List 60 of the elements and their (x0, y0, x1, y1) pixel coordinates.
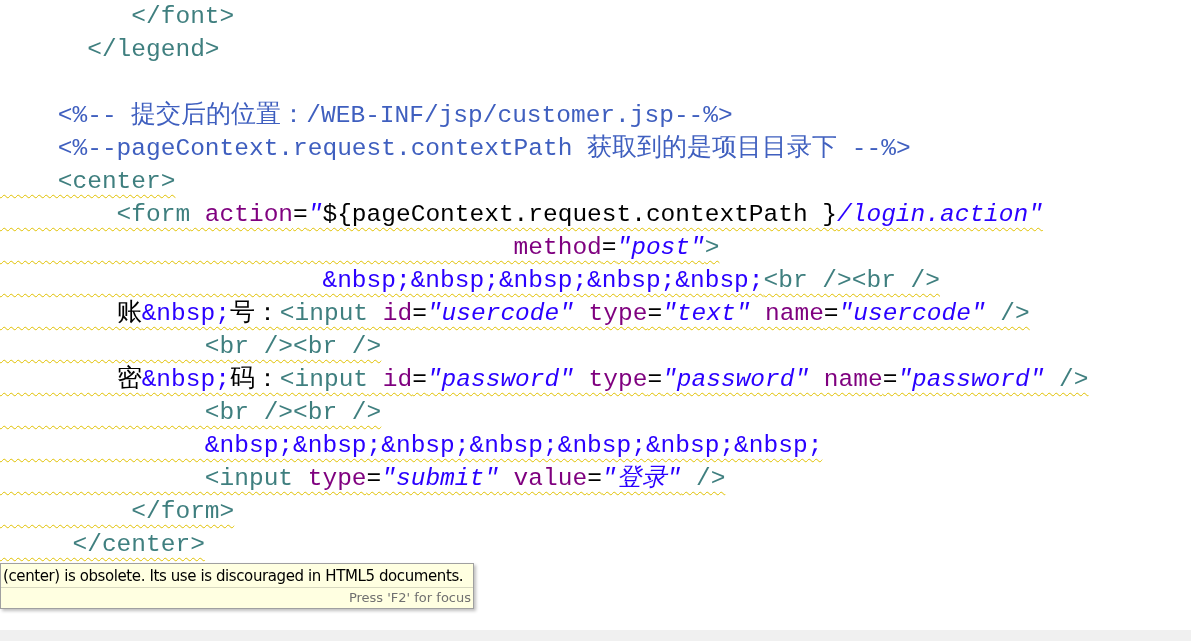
attribute-name: type (306, 465, 367, 492)
attribute-value: "登录" (601, 465, 682, 492)
comment-text: <%--pageContext.request.contextPath 获取到的是项目目录下 --%> (56, 135, 911, 162)
code-text: = (412, 366, 427, 393)
entity-text: &nbsp; (141, 366, 230, 393)
tag-text: <form (115, 201, 191, 228)
attribute-value: "password" (662, 366, 810, 393)
code-text: = (412, 300, 427, 327)
tag-text: <input (279, 366, 369, 393)
attribute-name: method (512, 234, 602, 261)
code-text: = (587, 465, 602, 492)
code-text: = (647, 300, 663, 327)
tooltip-message: (center) is obsolete. Its use is discouraged in HTML5 documents. (2, 566, 465, 587)
attribute-name: name (764, 300, 824, 327)
code-text: 号： (229, 300, 280, 327)
attribute-value: /login.action" (837, 201, 1043, 228)
code-text: 账 (115, 300, 142, 327)
code-text: = (366, 465, 382, 492)
tag-text: <input (203, 465, 294, 492)
tag-text: <input (279, 300, 369, 327)
entity-text: &nbsp;&nbsp;&nbsp;&nbsp;&nbsp; (321, 267, 764, 294)
entity-text: &nbsp;&nbsp;&nbsp;&nbsp;&nbsp;&nbsp;&nbsp; (203, 432, 823, 459)
code-text: = (823, 300, 839, 327)
code-text: 密 (115, 366, 142, 393)
code-text: 码： (229, 366, 280, 393)
tag-text: /> (1058, 366, 1089, 393)
attribute-name: id (381, 366, 413, 393)
attribute-name: action (203, 201, 294, 228)
code-text: = (293, 201, 308, 228)
attribute-name: name (822, 366, 883, 393)
code-text: = (647, 366, 663, 393)
comment-text: <%-- 提交后的位置：/WEB-INF/jsp/customer.jsp--%> (56, 102, 733, 129)
attribute-name: value (512, 465, 588, 492)
tag-text: </legend> (86, 36, 220, 63)
attribute-name: type (587, 366, 648, 393)
attribute-value: "usercode" (426, 300, 574, 327)
tag-text: <br /><br /> (763, 267, 940, 294)
attribute-value: "post" (616, 234, 705, 261)
code-text: = (601, 234, 617, 261)
attribute-value: "submit" (381, 465, 499, 492)
code-text: = (882, 366, 898, 393)
tooltip-hint: Press 'F2' for focus (1, 587, 473, 608)
tag-text: </center> (71, 531, 205, 558)
code-text: ${pageContext.request.contextPath } (322, 201, 838, 228)
attribute-value: "text" (662, 300, 751, 327)
attribute-value: "password" (426, 366, 574, 393)
attribute-name: id (381, 300, 413, 327)
attribute-value: " (307, 201, 323, 228)
attribute-value: "password" (897, 366, 1045, 393)
tag-text: /> (694, 465, 726, 492)
tag-text: </form> (130, 498, 235, 525)
tag-text: /> (999, 300, 1030, 327)
tag-text: > (704, 234, 720, 261)
tag-text: <br /><br /> (203, 399, 382, 426)
tag-text: <center> (56, 168, 176, 195)
entity-text: &nbsp; (141, 300, 230, 327)
tag-text: </font> (130, 3, 235, 30)
attribute-value: "usercode" (838, 300, 986, 327)
attribute-name: type (587, 300, 648, 327)
tag-text: <br /><br /> (203, 333, 382, 360)
